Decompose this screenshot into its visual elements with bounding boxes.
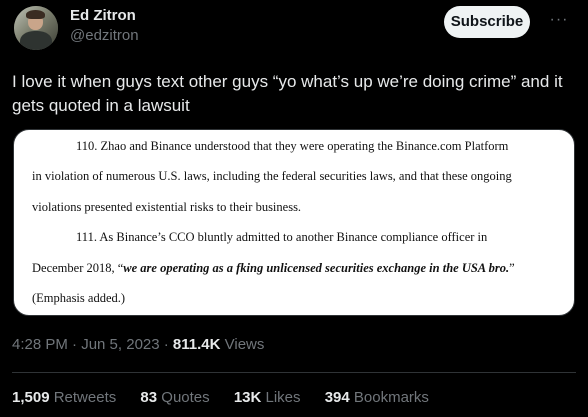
views-label: Views [220,336,265,353]
avatar[interactable] [14,6,58,50]
retweets-stat[interactable]: 1,509 Retweets [12,389,116,406]
document-line: (Emphasis added.) [32,291,126,305]
document-text: ” [509,261,515,275]
tweet-header: Ed Zitron @edzitron Subscribe ··· [0,0,588,60]
emphasized-quote: we are operating as a fking unlicensed s… [123,261,510,275]
document-line: December 2018, “we are operating as a fk… [32,261,515,276]
bookmarks-label: Bookmarks [349,389,429,406]
quoted-document-image[interactable]: 110. Zhao and Binance understood that th… [13,129,575,316]
likes-count: 13K [233,389,262,406]
views-count: 811.4K [172,336,221,353]
likes-stat[interactable]: 13K Likes [234,389,301,406]
author-name[interactable]: Ed Zitron [70,7,136,24]
more-options-icon[interactable]: ··· [544,8,574,34]
timestamp[interactable]: 4:28 PM · Jun 5, 2023 · [12,336,173,353]
retweets-count: 1,509 [12,389,50,406]
engagement-stats: 1,509 Retweets 83 Quotes 13K Likes 394 B… [12,389,449,406]
bookmarks-stat[interactable]: 394 Bookmarks [325,389,429,406]
document-line: 110. Zhao and Binance understood that th… [76,139,509,153]
document-line: violations presented existential risks t… [32,200,302,214]
document-text: December 2018, “ [32,261,124,275]
retweets-label: Retweets [49,389,117,406]
author-handle[interactable]: @edzitron [70,27,139,44]
document-line: in violation of numerous U.S. laws, incl… [32,169,512,183]
quotes-count: 83 [140,389,158,406]
tweet-text: I love it when guys text other guys “yo … [12,72,563,115]
bookmarks-count: 394 [324,389,350,406]
divider [12,372,576,373]
document-line: 111. As Binance’s CCO bluntly admitted t… [76,230,488,244]
likes-label: Likes [261,389,301,406]
tweet-meta: 4:28 PM · Jun 5, 2023 · 811.4K Views [12,336,264,353]
quotes-stat[interactable]: 83 Quotes [140,389,209,406]
quotes-label: Quotes [157,389,210,406]
subscribe-button[interactable]: Subscribe [444,6,530,38]
